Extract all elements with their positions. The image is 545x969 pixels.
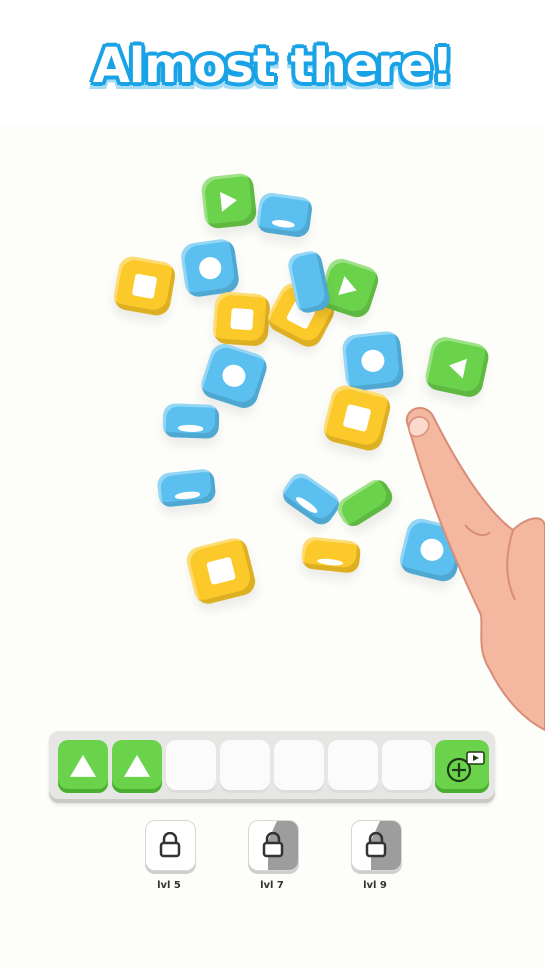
square-symbol-icon: [229, 307, 254, 331]
tray-slot-3: [166, 740, 216, 793]
add-slot-button[interactable]: [435, 740, 489, 793]
add-slot-video-icon: [446, 751, 485, 783]
square-symbol-icon: [206, 556, 236, 586]
booster-lvl5-button[interactable]: [145, 820, 196, 871]
square-symbol-icon: [131, 273, 158, 299]
circle-symbol-icon: [178, 424, 204, 432]
circle-symbol-icon: [294, 495, 319, 515]
tutorial-hand-icon: [405, 407, 545, 732]
tile-yellow-square[interactable]: [320, 382, 394, 454]
circle-symbol-icon: [360, 348, 386, 374]
tray-slot-1: [58, 740, 108, 793]
tile-green-side[interactable]: [333, 475, 397, 531]
circle-symbol-icon: [197, 255, 223, 281]
play-symbol-icon: [338, 276, 360, 300]
tray-slot-4: [220, 740, 270, 793]
lock-icon: [159, 832, 181, 858]
tray-slot-7: [382, 740, 432, 793]
square-symbol-icon: [316, 557, 344, 567]
tile-blue-side[interactable]: [255, 191, 314, 239]
play-symbol-icon: [219, 190, 239, 212]
tile-green-play[interactable]: [200, 172, 258, 230]
booster-lvl5-label: lvl 5: [157, 880, 181, 891]
tile-blue-circle[interactable]: [341, 330, 405, 392]
tile-blue-side[interactable]: [278, 469, 344, 529]
collection-tray: [49, 731, 495, 803]
lock-icon: [262, 832, 284, 858]
tray-slot-5: [274, 740, 324, 793]
booster-lvl9-label: lvl 9: [363, 880, 387, 891]
circle-symbol-icon: [270, 218, 296, 229]
tile-blue-circle[interactable]: [197, 340, 271, 412]
circle-symbol-icon: [219, 361, 249, 391]
tile-yellow-side[interactable]: [300, 536, 362, 574]
triangle-icon: [124, 754, 150, 777]
booster-lvl9-button[interactable]: [351, 820, 402, 871]
booster-lvl7-label: lvl 7: [260, 880, 284, 891]
tile-blue-side[interactable]: [162, 403, 220, 439]
level-status-title: Almost there!: [92, 38, 454, 94]
play-symbol-icon: [447, 355, 467, 379]
tile-green-play[interactable]: [423, 334, 491, 400]
tray-slot-6: [328, 740, 378, 793]
booster-lvl7-button[interactable]: [248, 820, 299, 871]
tile-blue-circle[interactable]: [179, 237, 241, 299]
tile-yellow-square[interactable]: [212, 291, 271, 347]
square-symbol-icon: [342, 403, 372, 433]
tile-yellow-square[interactable]: [183, 535, 259, 607]
circle-symbol-icon: [174, 491, 201, 500]
lock-icon: [365, 832, 387, 858]
triangle-icon: [70, 754, 96, 777]
tile-blue-side[interactable]: [156, 468, 217, 508]
tray-slot-2: [112, 740, 162, 793]
tile-yellow-square[interactable]: [111, 254, 178, 318]
